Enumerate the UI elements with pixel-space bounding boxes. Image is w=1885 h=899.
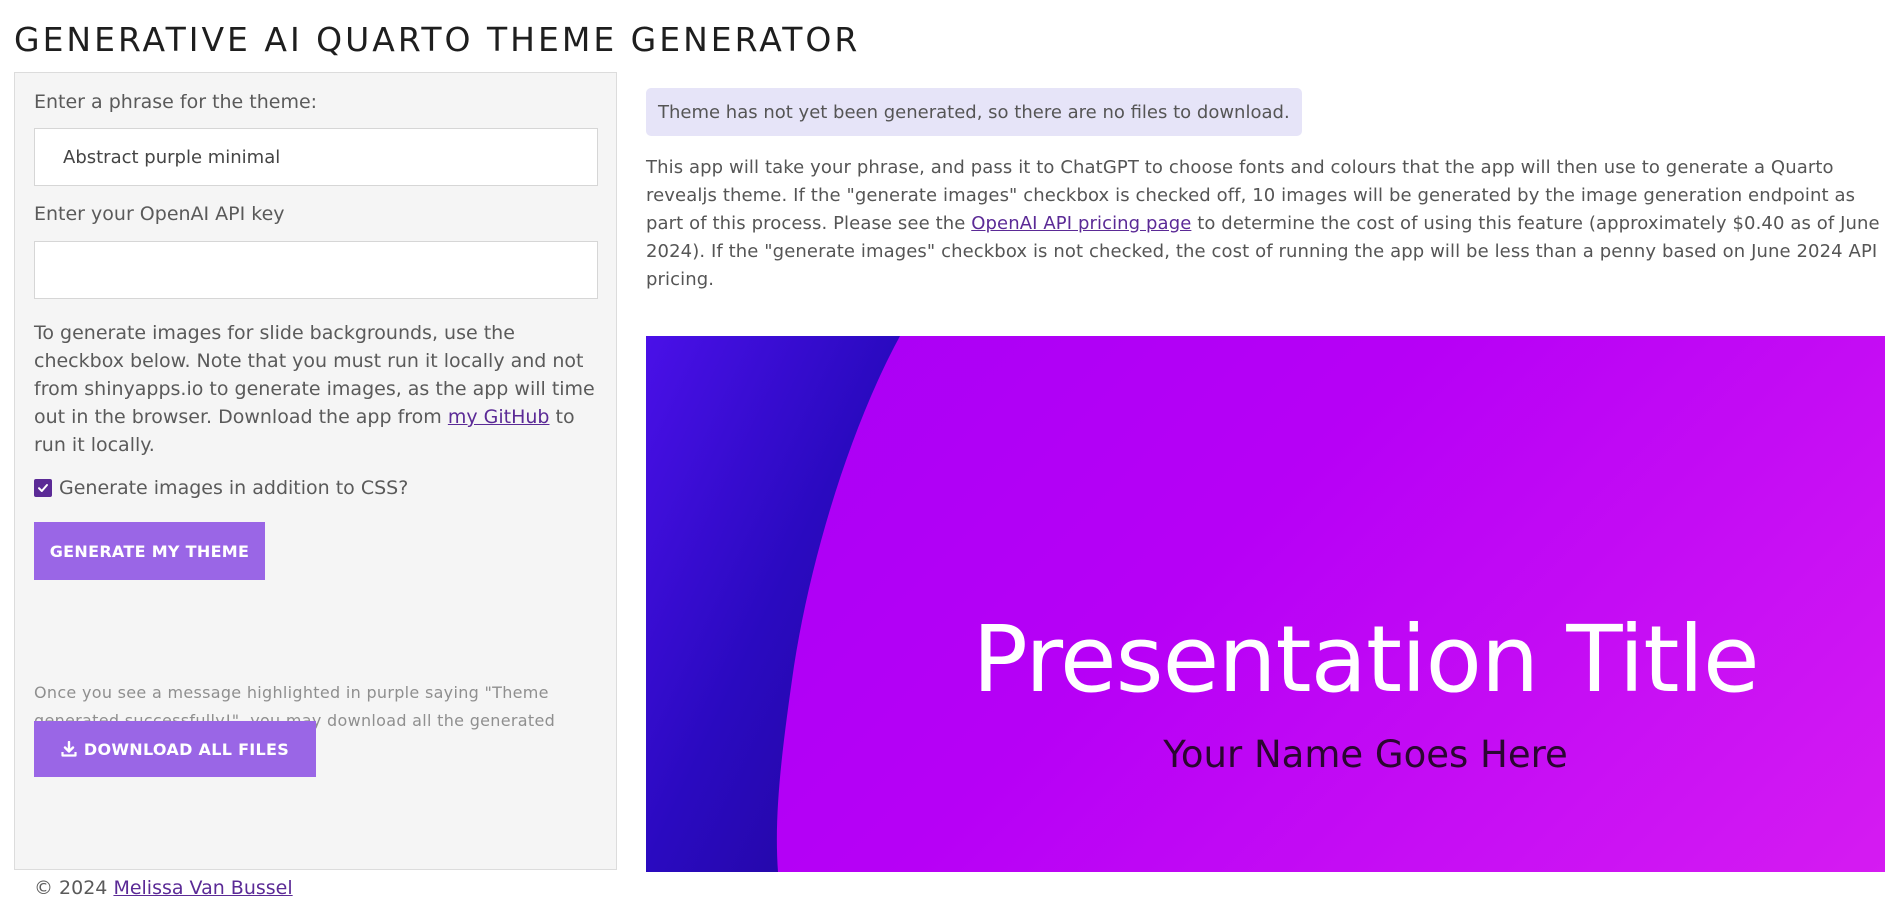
status-alert: Theme has not yet been generated, so the… [646,88,1302,136]
copyright-text: © 2024 [34,877,114,899]
generate-images-row: Generate images in addition to CSS? [34,477,408,499]
page-title: GENERATIVE AI QUARTO THEME GENERATOR [14,20,861,59]
download-all-files-button[interactable]: DOWNLOAD ALL FILES [34,721,316,777]
phrase-label: Enter a phrase for the theme: [34,91,318,113]
preview-title: Presentation Title [972,606,1759,713]
theme-preview: Presentation Title Your Name Goes Here [646,336,1885,872]
phrase-input[interactable] [34,128,598,186]
generate-images-label: Generate images in addition to CSS? [59,477,409,499]
checkmark-icon [38,484,48,492]
generate-images-checkbox[interactable] [34,479,52,497]
api-key-label: Enter your OpenAI API key [34,203,285,225]
preview-subtitle: Your Name Goes Here [1163,733,1568,776]
download-button-label: DOWNLOAD ALL FILES [83,739,290,759]
api-key-input[interactable] [34,241,598,299]
openai-pricing-link[interactable]: OpenAI API pricing page [971,213,1191,234]
generate-theme-button[interactable]: GENERATE MY THEME [34,522,265,580]
image-generation-help-text: To generate images for slide backgrounds… [34,319,600,459]
footer-copyright: © 2024 Melissa Van Bussel [34,877,293,899]
sidebar-panel: Enter a phrase for the theme: Enter your… [14,72,617,899]
author-link[interactable]: Melissa Van Bussel [113,877,292,899]
download-icon [61,741,77,757]
app-description: This app will take your phrase, and pass… [646,154,1882,294]
preview-dark-swoosh [646,336,900,872]
github-link[interactable]: my GitHub [448,406,550,428]
